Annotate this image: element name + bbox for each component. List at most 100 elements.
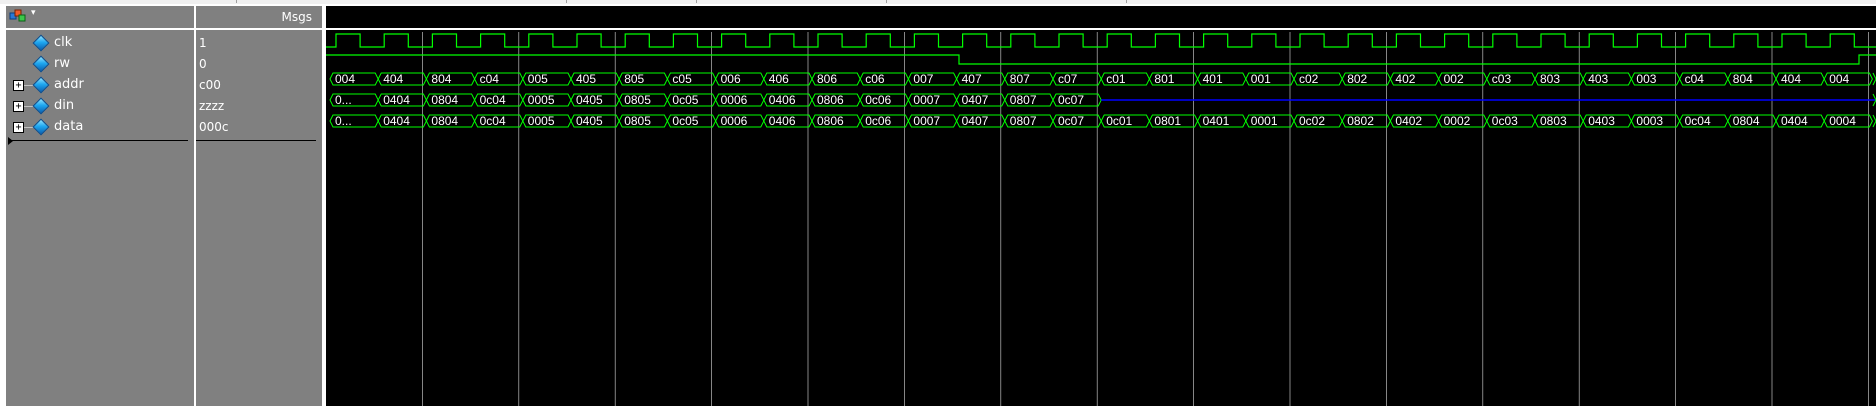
signal-diamond-icon [32, 76, 50, 94]
addr-bus-segment-label: 406 [769, 72, 789, 86]
strip-segment [566, 0, 697, 3]
addr-bus-segment-label: 805 [624, 72, 644, 86]
addr-bus-segment-label: c04 [480, 72, 500, 86]
din-bus-segment-label: 0006 [721, 93, 748, 107]
signal-name: data [54, 119, 84, 134]
din-bus-segment-label: 0407 [962, 93, 989, 107]
signal-name: addr [54, 77, 84, 92]
wave-window: ▾ Msgs clk rw + addr + din + data 1 0 c0… [0, 0, 1876, 406]
expand-plus-icon[interactable]: + [13, 80, 24, 91]
din-bus-segment-label: 0c06 [865, 93, 891, 107]
strip-segment [236, 0, 567, 3]
data-bus-segment-label: 0c04 [1685, 114, 1711, 128]
addr-bus-segment-label: c01 [1106, 72, 1126, 86]
signal-diamond-icon [32, 118, 50, 136]
pane-divider[interactable] [322, 6, 324, 406]
addr-bus-segment-label: 802 [1347, 72, 1367, 86]
din-bus-segment-label: 0c04 [480, 93, 506, 107]
data-bus-segment-label: 0c03 [1492, 114, 1518, 128]
strip-segment [886, 0, 1127, 3]
addr-bus-segment-label: c05 [672, 72, 692, 86]
expand-plus-icon[interactable]: + [13, 122, 24, 133]
data-bus-segment-label: 0007 [913, 114, 940, 128]
din-bus-segment-label: 0806 [817, 93, 844, 107]
addr-bus-segment-label: c06 [865, 72, 885, 86]
data-bus-segment-label: 0807 [1010, 114, 1037, 128]
addr-bus-segment-label: 404 [383, 72, 403, 86]
data-bus-segment-label: 0c01 [1106, 114, 1132, 128]
data-bus-segment-label: 0405 [576, 114, 603, 128]
addr-bus-segment-label: c03 [1492, 72, 1512, 86]
signal-value: 000c [199, 120, 229, 134]
addr-bus-segment-label: 005 [528, 72, 548, 86]
addr-bus-segment-label: 801 [1154, 72, 1174, 86]
din-bus-segment-label: 0405 [576, 93, 603, 107]
signal-diamond-icon [32, 55, 50, 73]
data-bus-segment-label: 0404 [1781, 114, 1808, 128]
data-bus-segment-label: 0406 [769, 114, 796, 128]
signal-value-pane: Msgs [196, 6, 322, 406]
signal-row[interactable]: + din [6, 96, 194, 116]
signal-diamond-icon [32, 34, 50, 52]
addr-bus-segment-label: 001 [1251, 72, 1271, 86]
signal-name: clk [54, 35, 73, 50]
expand-plus-icon[interactable]: + [13, 101, 24, 112]
addr-bus-segment-label: 007 [913, 72, 933, 86]
addr-bus-segment-label: 806 [817, 72, 837, 86]
addr-bus-segment-label: 407 [962, 72, 982, 86]
signal-row[interactable]: + data [6, 117, 194, 137]
data-bus-segment-label: 0407 [962, 114, 989, 128]
addr-bus-segment-label: c02 [1299, 72, 1319, 86]
strip-segment [0, 0, 237, 3]
addr-bus-segment-label: 804 [431, 72, 451, 86]
value-pane-header: Msgs [196, 6, 322, 30]
addr-bus-segment-label: 807 [1010, 72, 1030, 86]
addr-bus-segment-label: 401 [1203, 72, 1223, 86]
top-strip [0, 0, 1876, 4]
din-bus-segment-label: 0005 [528, 93, 555, 107]
data-bus-segment-label: 0804 [1733, 114, 1760, 128]
selection-line [196, 140, 316, 141]
signal-row[interactable]: clk [6, 33, 194, 53]
signal-name: din [54, 98, 75, 113]
din-bus-segment-label: 0804 [431, 93, 458, 107]
data-bus-segment-label: 0804 [431, 114, 458, 128]
strip-segment [696, 0, 887, 3]
waveform-pane[interactable]: 004 404 804 c04 005 405 805 c05 006 406 806 c06 007 4… [326, 6, 1876, 406]
din-bus-segment-label: 0807 [1010, 93, 1037, 107]
data-bus-segment-label: 0c04 [480, 114, 506, 128]
addr-bus-segment-label: c04 [1685, 72, 1705, 86]
addr-bus-segment-label: 405 [576, 72, 596, 86]
din-bus-segment-label: 0406 [769, 93, 796, 107]
data-bus-segment-label: 0806 [817, 114, 844, 128]
data-bus-segment-label: 0002 [1444, 114, 1471, 128]
clk-waveform [326, 33, 1876, 48]
signal-name: rw [54, 56, 70, 71]
dropdown-caret-icon[interactable]: ▾ [31, 8, 36, 18]
toolbar-waveform-icon[interactable] [9, 8, 27, 22]
data-bus-segment-label: 0401 [1203, 114, 1230, 128]
data-bus-segment-label: 0004 [1829, 114, 1856, 128]
addr-bus-segment-label: 804 [1733, 72, 1753, 86]
addr-bus-segment-label: 003 [1636, 72, 1656, 86]
addr-bus-segment-label: 006 [721, 72, 741, 86]
signal-value: zzzz [199, 99, 225, 113]
waveform-canvas[interactable]: 004 404 804 c04 005 405 805 c05 006 406 806 c06 007 4… [326, 6, 1876, 406]
data-bus-segment-label: 0c02 [1299, 114, 1325, 128]
addr-bus-segment-label: 803 [1540, 72, 1560, 86]
signal-row[interactable]: rw [6, 54, 194, 74]
addr-bus-segment-label: 402 [1395, 72, 1415, 86]
data-bus-segment-label: 0001 [1251, 114, 1278, 128]
data-bus-segment-label: 0c06 [865, 114, 891, 128]
data-bus-segment-label: 0003 [1636, 114, 1663, 128]
din-bus-segment-label: 0... [335, 93, 352, 107]
selection-line [8, 140, 188, 141]
din-bus-segment-label: 0c07 [1058, 93, 1084, 107]
data-bus-segment-label: 0803 [1540, 114, 1567, 128]
din-bus-segment-label: 0007 [913, 93, 940, 107]
data-bus-segment-label: 0c07 [1058, 114, 1084, 128]
addr-bus-segment-label: c07 [1058, 72, 1078, 86]
data-bus-segment-label: 0403 [1588, 114, 1615, 128]
signal-row[interactable]: + addr [6, 75, 194, 95]
signal-value: 1 [199, 36, 207, 50]
